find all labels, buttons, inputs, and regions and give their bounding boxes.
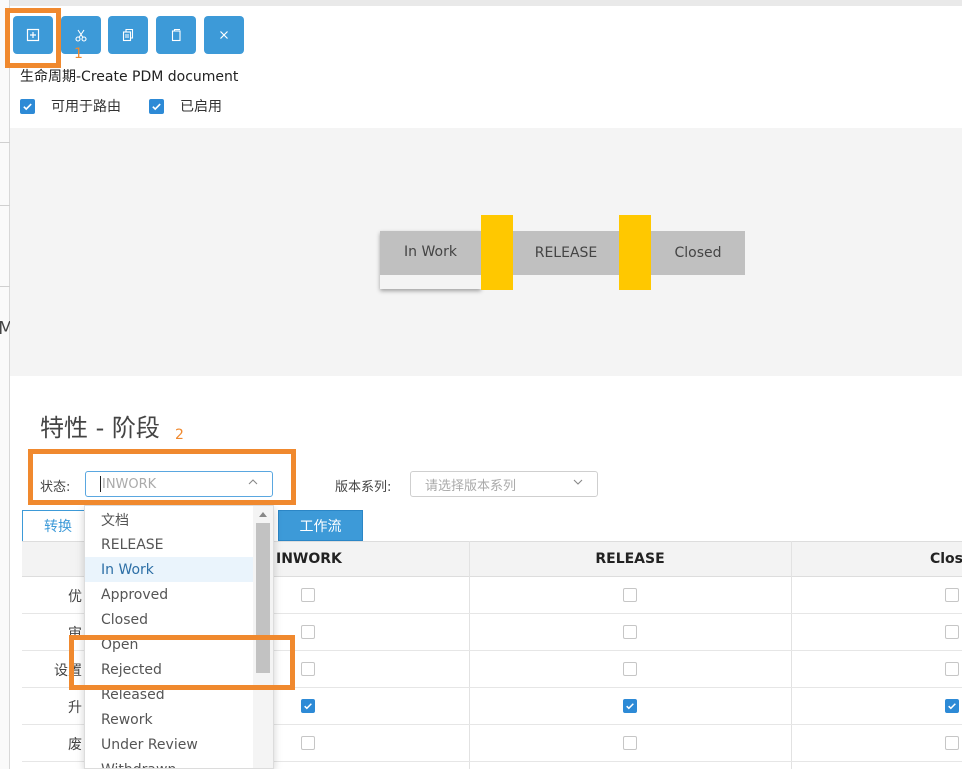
row-checkbox[interactable]	[945, 736, 959, 750]
dropdown-option-selected[interactable]: In Work	[85, 557, 253, 582]
grid-header-release: RELEASE	[469, 541, 791, 577]
annotation-marker-2: 2	[175, 427, 184, 443]
background-window-edge: M	[0, 0, 14, 769]
checkmark-icon	[23, 102, 32, 110]
version-select[interactable]: 请选择版本系列	[410, 471, 598, 497]
checkmark-icon	[626, 703, 634, 710]
state-node-closed[interactable]: Closed	[651, 231, 745, 275]
row-checkbox[interactable]	[301, 662, 315, 676]
copy-icon	[122, 28, 134, 42]
row-checkbox[interactable]	[945, 625, 959, 639]
scroll-up-arrow-icon[interactable]	[258, 510, 268, 518]
row-checkbox[interactable]	[301, 588, 315, 602]
chevron-down-icon	[573, 479, 583, 485]
routing-checkbox-label: 可用于路由	[51, 99, 121, 115]
row-checkbox[interactable]	[301, 625, 315, 639]
checkmark-icon	[152, 102, 161, 110]
scissors-icon	[75, 29, 87, 42]
properties-title: 特性 - 阶段	[40, 414, 160, 442]
row-checkbox[interactable]	[623, 699, 637, 713]
row-checkbox[interactable]	[623, 625, 637, 639]
annotation-highlight-1	[5, 8, 61, 68]
transition-release-to-closed[interactable]	[619, 215, 651, 290]
row-checkbox[interactable]	[301, 699, 315, 713]
copy-button[interactable]	[108, 16, 148, 54]
row-label: 废	[68, 737, 82, 753]
row-label: 升	[68, 700, 82, 716]
paste-button[interactable]	[156, 16, 196, 54]
close-icon	[220, 31, 228, 39]
lifecycle-title: 生命周期-Create PDM document	[20, 69, 239, 85]
annotation-highlight-3	[69, 635, 295, 690]
state-node-release[interactable]: RELEASE	[513, 231, 619, 275]
dropdown-option[interactable]: Approved	[85, 582, 253, 607]
grid-header-closed: Clos	[791, 541, 962, 577]
row-checkbox[interactable]	[623, 736, 637, 750]
version-field-label: 版本系列:	[335, 480, 392, 495]
lifecycle-editor-window: M 生命周期-Create PDM document 可用于路由 已启用 In …	[0, 0, 962, 769]
dropdown-option[interactable]: RELEASE	[85, 532, 253, 557]
tab-workflow[interactable]: 工作流	[278, 510, 363, 541]
dropdown-option[interactable]: Withdrawn	[85, 757, 253, 769]
checkmark-icon	[948, 703, 956, 710]
row-checkbox[interactable]	[945, 662, 959, 676]
annotation-marker-1: 1	[74, 46, 83, 62]
row-checkbox[interactable]	[623, 588, 637, 602]
grid-header-inwork: INWORK	[276, 541, 469, 577]
row-checkbox[interactable]	[945, 699, 959, 713]
dropdown-option[interactable]: Under Review	[85, 732, 253, 757]
annotation-highlight-2	[28, 449, 296, 505]
row-checkbox[interactable]	[945, 588, 959, 602]
state-node-in-work[interactable]: In Work	[380, 231, 481, 289]
dropdown-option[interactable]: Rework	[85, 707, 253, 732]
routing-checkbox-row[interactable]: 可用于路由	[20, 96, 121, 116]
row-checkbox[interactable]	[623, 662, 637, 676]
checkmark-icon	[304, 703, 312, 710]
transition-in-work-to-release[interactable]	[481, 215, 513, 290]
dropdown-option[interactable]: 文档	[85, 507, 253, 532]
version-select-placeholder: 请选择版本系列	[425, 478, 517, 494]
paste-icon	[171, 28, 181, 42]
enabled-checkbox[interactable]	[149, 98, 164, 114]
enabled-checkbox-label: 已启用	[180, 99, 222, 115]
routing-checkbox[interactable]	[20, 98, 35, 114]
row-checkbox[interactable]	[301, 736, 315, 750]
delete-button[interactable]	[204, 16, 244, 54]
dropdown-option[interactable]: Closed	[85, 607, 253, 632]
enabled-checkbox-row[interactable]: 已启用	[149, 96, 222, 116]
row-label: 优	[68, 589, 82, 605]
